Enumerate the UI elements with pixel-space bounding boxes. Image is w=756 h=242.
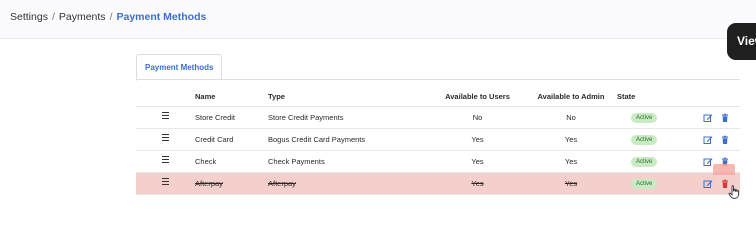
edit-icon[interactable]: [703, 113, 713, 123]
hand-pointer-icon: [728, 185, 740, 199]
table-row: Check Check Payments Yes Yes Active: [136, 150, 740, 173]
breadcrumb-current: Payment Methods: [116, 11, 207, 23]
top-bar: Settings / Payments / Payment Methods: [0, 0, 756, 39]
breadcrumb-settings[interactable]: Settings: [10, 11, 48, 23]
row-type: Afterpay: [268, 172, 430, 195]
table-row: Store Credit Store Credit Payments No No…: [136, 106, 740, 129]
drag-handle-icon[interactable]: [162, 134, 169, 141]
row-type: Store Credit Payments: [268, 106, 430, 129]
header-type: Type: [268, 86, 430, 107]
edit-icon[interactable]: [703, 179, 713, 189]
drag-handle-icon[interactable]: [162, 156, 169, 163]
row-state: Active: [617, 128, 693, 151]
status-badge: Active: [631, 135, 658, 145]
row-name: Credit Card: [195, 128, 268, 151]
tab-divider: [136, 79, 740, 80]
row-available-users: Yes: [430, 150, 525, 173]
status-badge: Active: [631, 157, 658, 167]
edit-icon[interactable]: [703, 157, 713, 167]
table-row: Credit Card Bogus Credit Card Payments Y…: [136, 128, 740, 151]
view-tooltip: View: [727, 23, 756, 60]
row-available-admin: Yes: [525, 128, 617, 151]
row-name: Afterpay: [195, 172, 268, 195]
status-badge: Active: [631, 113, 658, 123]
breadcrumb-separator: /: [51, 11, 55, 23]
row-handle[interactable]: [136, 106, 195, 129]
row-state: Active: [617, 150, 693, 173]
row-available-users: No: [430, 106, 525, 129]
row-actions: [693, 128, 740, 151]
row-handle[interactable]: [136, 150, 195, 173]
table-row-pending-delete: Afterpay Afterpay Yes Yes Active: [136, 172, 740, 195]
header-state: State: [617, 86, 693, 107]
edit-icon[interactable]: [703, 135, 713, 145]
row-available-users: Yes: [430, 128, 525, 151]
header-available-users: Available to Users: [430, 86, 525, 107]
row-handle[interactable]: [136, 128, 195, 151]
row-name: Check: [195, 150, 268, 173]
row-name: Store Credit: [195, 106, 268, 129]
table-header-row: Name Type Available to Users Available t…: [136, 86, 740, 107]
breadcrumb-separator: /: [109, 11, 113, 23]
tab-payment-methods[interactable]: Payment Methods: [136, 54, 223, 81]
drag-handle-icon[interactable]: [162, 112, 169, 119]
row-handle[interactable]: [136, 172, 195, 195]
delete-tooltip: [713, 164, 735, 175]
drag-handle-icon[interactable]: [162, 178, 169, 185]
status-badge: Active: [631, 179, 658, 189]
row-available-admin: No: [525, 106, 617, 129]
row-type: Bogus Credit Card Payments: [268, 128, 430, 151]
row-state: Active: [617, 172, 693, 195]
header-actions: [693, 86, 740, 107]
header-available-admin: Available to Admin: [525, 86, 617, 107]
row-state: Active: [617, 106, 693, 129]
row-available-admin: Yes: [525, 150, 617, 173]
payment-methods-table: Name Type Available to Users Available t…: [136, 86, 740, 195]
breadcrumb: Settings / Payments / Payment Methods: [10, 11, 206, 23]
row-available-users: Yes: [430, 172, 525, 195]
trash-icon[interactable]: [720, 135, 730, 145]
header-handle: [136, 86, 195, 107]
row-actions: [693, 106, 740, 129]
tab-bar: Payment Methods: [136, 54, 223, 81]
row-type: Check Payments: [268, 150, 430, 173]
row-available-admin: Yes: [525, 172, 617, 195]
trash-icon[interactable]: [720, 113, 730, 123]
breadcrumb-payments[interactable]: Payments: [59, 11, 106, 23]
header-name: Name: [195, 86, 268, 107]
